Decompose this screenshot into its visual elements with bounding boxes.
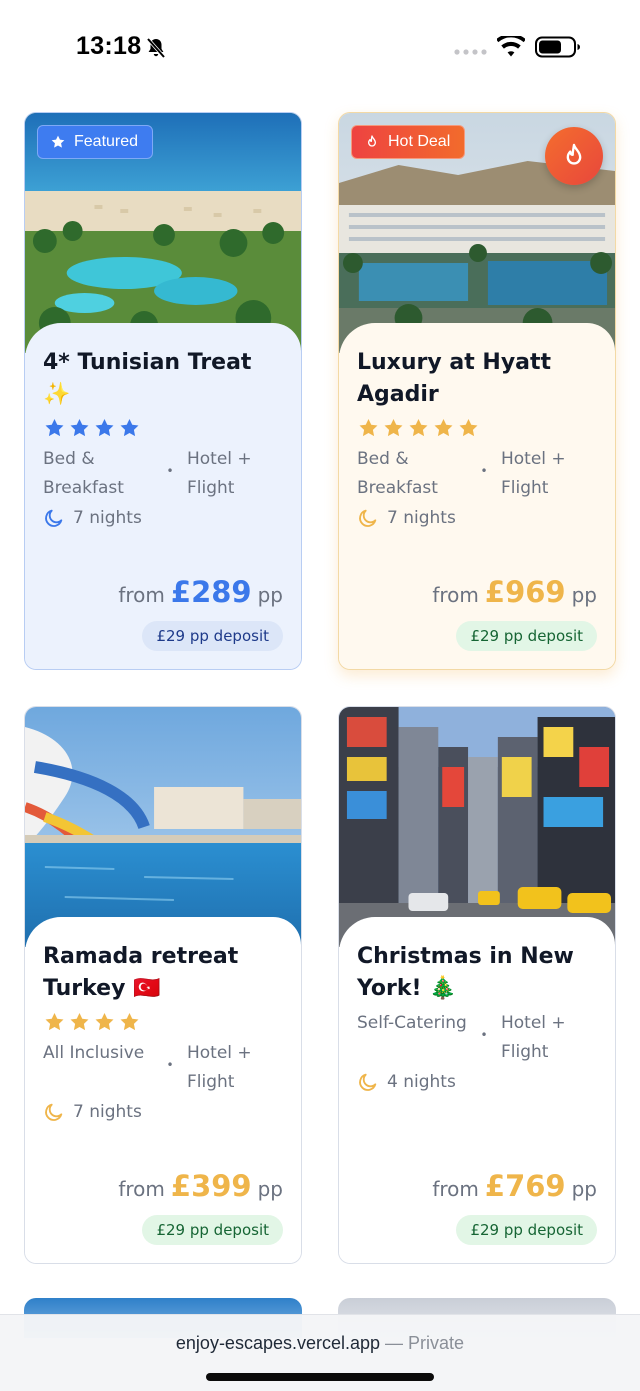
moon-icon xyxy=(45,509,63,527)
meta-separator: • xyxy=(166,1058,174,1072)
price-row: from £969 pp xyxy=(432,575,597,609)
card-meta: Bed & Breakfast • Hotel + Flight xyxy=(43,445,283,503)
package-type: Hotel + Flight xyxy=(187,1043,252,1092)
nights-label: 7 nights xyxy=(73,508,142,528)
star-icon xyxy=(51,135,65,148)
price-row: from £289 pp xyxy=(118,575,283,609)
deposit-pill: £29 pp deposit xyxy=(142,1215,283,1245)
featured-badge-label: Featured xyxy=(74,133,139,150)
star-icon xyxy=(70,419,89,437)
nights-row: 7 nights xyxy=(43,507,283,529)
from-label: from xyxy=(432,1177,479,1201)
card-body: Christmas in New York! 🎄 Self-Catering •… xyxy=(339,917,615,1263)
star-icon xyxy=(45,1013,64,1031)
card-body: Luxury at Hyatt Agadir Bed & Breakfast •… xyxy=(339,323,615,669)
battery-icon xyxy=(535,36,580,58)
holiday-card-christmas-new-york[interactable]: Christmas in New York! 🎄 Self-Catering •… xyxy=(338,706,616,1264)
holiday-card-ramada-turkey[interactable]: Ramada retreat Turkey 🇹🇷 All Inclusive •… xyxy=(24,706,302,1264)
moon-icon xyxy=(359,1073,377,1091)
nights-row: 7 nights xyxy=(357,507,597,529)
star-rating xyxy=(43,417,283,441)
price-amount: £289 xyxy=(170,575,252,609)
from-label: from xyxy=(432,583,479,607)
card-title: Ramada retreat Turkey 🇹🇷 xyxy=(43,944,239,1001)
card-body: Ramada retreat Turkey 🇹🇷 All Inclusive •… xyxy=(25,917,301,1263)
package-type: Hotel + Flight xyxy=(187,449,252,498)
star-icon xyxy=(434,419,453,437)
browser-url-bar[interactable]: enjoy-escapes.vercel.app — Private xyxy=(0,1314,640,1391)
featured-badge: Featured xyxy=(37,125,154,159)
price-amount: £769 xyxy=(484,1169,566,1203)
board-basis: Bed & Breakfast xyxy=(43,449,124,498)
pp-label: pp xyxy=(257,583,283,607)
flame-icon xyxy=(566,143,582,165)
star-icon xyxy=(45,419,64,437)
star-icon xyxy=(384,419,403,437)
status-bar: 13:18 xyxy=(0,0,640,96)
signal-dots-icon xyxy=(454,49,487,55)
moon-icon xyxy=(45,1103,63,1121)
card-body: 4* Tunisian Treat ✨ Bed & Breakfast • Ho… xyxy=(25,323,301,669)
card-title: 4* Tunisian Treat ✨ xyxy=(43,350,252,407)
hot-deal-badge-label: Hot Deal xyxy=(388,133,451,150)
private-mode-label: Private xyxy=(408,1333,465,1353)
deposit-pill: £29 pp deposit xyxy=(142,621,283,651)
board-basis: Self-Catering xyxy=(357,1013,467,1033)
package-type: Hotel + Flight xyxy=(501,449,566,498)
package-type: Hotel + Flight xyxy=(501,1013,566,1062)
star-rating xyxy=(357,417,597,441)
deposit-pill: £29 pp deposit xyxy=(456,1215,597,1245)
card-title: Luxury at Hyatt Agadir xyxy=(357,350,552,407)
url-domain: enjoy-escapes.vercel.app xyxy=(175,1333,381,1353)
meta-separator: • xyxy=(480,1028,488,1042)
meta-separator: • xyxy=(166,464,174,478)
star-icon xyxy=(95,419,114,437)
pp-label: pp xyxy=(257,1177,283,1201)
card-meta: Self-Catering • Hotel + Flight xyxy=(357,1009,597,1067)
url-separator: — xyxy=(380,1333,409,1353)
card-title: Christmas in New York! 🎄 xyxy=(357,944,574,1001)
board-basis: Bed & Breakfast xyxy=(357,449,438,498)
flame-icon xyxy=(368,135,376,147)
home-indicator[interactable] xyxy=(206,1373,434,1381)
price-row: from £399 pp xyxy=(118,1169,283,1203)
nights-row: 4 nights xyxy=(357,1071,597,1093)
from-label: from xyxy=(118,1177,165,1201)
moon-icon xyxy=(359,509,377,527)
nights-label: 7 nights xyxy=(387,508,456,528)
nights-label: 4 nights xyxy=(387,1072,456,1092)
price-row: from £769 pp xyxy=(432,1169,597,1203)
bell-slash-icon xyxy=(146,37,166,59)
board-basis: All Inclusive xyxy=(43,1043,145,1063)
star-icon xyxy=(459,419,478,437)
holiday-card-hyatt-agadir[interactable]: Hot Deal Luxury at Hyatt Agadir Bed & Br… xyxy=(338,112,616,670)
price-amount: £969 xyxy=(484,575,566,609)
meta-separator: • xyxy=(480,464,488,478)
nights-row: 7 nights xyxy=(43,1101,283,1123)
star-icon xyxy=(70,1013,89,1031)
from-label: from xyxy=(118,583,165,607)
card-meta: All Inclusive • Hotel + Flight xyxy=(43,1039,283,1097)
star-icon xyxy=(359,419,378,437)
wifi-icon xyxy=(497,36,525,57)
deposit-pill: £29 pp deposit xyxy=(456,621,597,651)
star-icon xyxy=(95,1013,114,1031)
hot-deal-badge: Hot Deal xyxy=(351,125,466,159)
url-text[interactable]: enjoy-escapes.vercel.app — Private xyxy=(0,1333,640,1354)
nights-label: 7 nights xyxy=(73,1102,142,1122)
pp-label: pp xyxy=(571,1177,597,1201)
star-icon xyxy=(120,419,139,437)
star-icon xyxy=(409,419,428,437)
times-square-photo xyxy=(339,707,615,947)
waterpark-photo xyxy=(25,707,301,947)
price-amount: £399 xyxy=(170,1169,252,1203)
star-icon xyxy=(120,1013,139,1031)
pp-label: pp xyxy=(571,583,597,607)
star-rating xyxy=(43,1011,283,1035)
hot-deal-button[interactable] xyxy=(545,127,603,185)
holiday-card-tunisian-treat[interactable]: Featured 4* Tunisian Treat ✨ Bed & Break… xyxy=(24,112,302,670)
card-meta: Bed & Breakfast • Hotel + Flight xyxy=(357,445,597,503)
status-time: 13:18 xyxy=(76,32,142,60)
